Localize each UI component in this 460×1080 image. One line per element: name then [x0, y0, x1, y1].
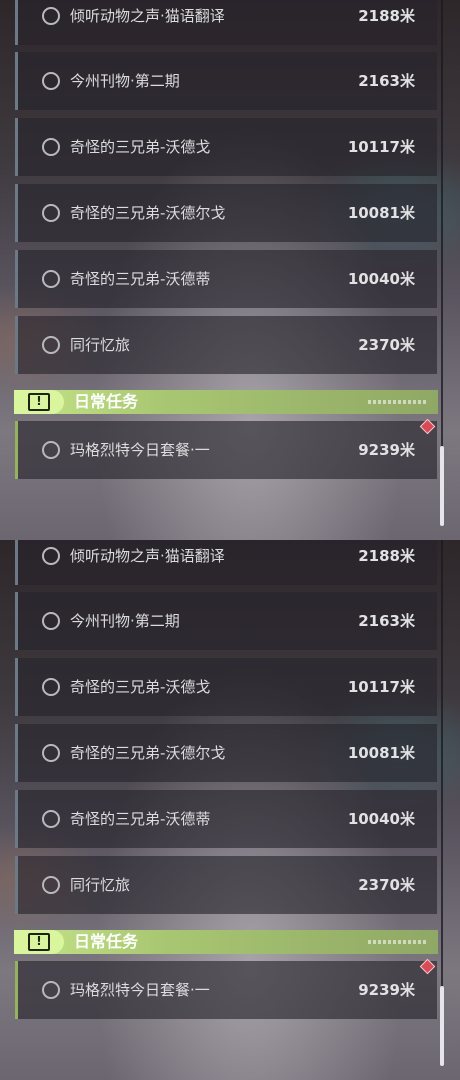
quest-distance: 10040米	[347, 810, 415, 828]
quest-name: 同行忆旅	[70, 876, 131, 894]
tracked-diamond-icon	[419, 958, 436, 975]
quest-distance: 2163米	[358, 72, 415, 90]
quest-name: 奇怪的三兄弟-沃德蒂	[70, 810, 211, 828]
quest-item[interactable]: 奇怪的三兄弟-沃德蒂 10040米	[15, 790, 437, 848]
alert-icon: !	[28, 933, 50, 951]
radio-circle-icon[interactable]	[42, 138, 60, 156]
quest-item[interactable]: 今州刊物·第二期 2163米	[15, 52, 437, 110]
quest-distance: 2370米	[358, 336, 415, 354]
radio-circle-icon[interactable]	[42, 810, 60, 828]
quest-item[interactable]: 同行忆旅 2370米	[15, 856, 437, 914]
quest-distance: 10081米	[347, 204, 415, 222]
quest-list-panel: 倾听动物之声·猫语翻译 2188米 今州刊物·第二期 2163米 奇怪的三兄弟-…	[0, 540, 460, 1080]
quest-item[interactable]: 奇怪的三兄弟-沃德戈 10117米	[15, 118, 437, 176]
quest-item[interactable]: 奇怪的三兄弟-沃德戈 10117米	[15, 658, 437, 716]
daily-quests-header[interactable]: ! 日常任务	[14, 930, 438, 954]
header-decoration	[368, 400, 428, 404]
quest-item[interactable]: 倾听动物之声·猫语翻译 2188米	[15, 0, 437, 45]
header-decoration	[368, 940, 428, 944]
quest-name: 玛格烈特今日套餐·一	[70, 441, 210, 459]
radio-circle-icon[interactable]	[42, 441, 60, 459]
radio-circle-icon[interactable]	[42, 204, 60, 222]
quest-name: 今州刊物·第二期	[70, 612, 180, 630]
quest-name: 玛格烈特今日套餐·一	[70, 981, 210, 999]
quest-item[interactable]: 倾听动物之声·猫语翻译 2188米	[15, 540, 437, 585]
radio-circle-icon[interactable]	[42, 336, 60, 354]
quest-name: 倾听动物之声·猫语翻译	[70, 547, 225, 565]
radio-circle-icon[interactable]	[42, 744, 60, 762]
quest-distance: 9239米	[358, 441, 415, 459]
quest-name: 奇怪的三兄弟-沃德戈	[70, 678, 211, 696]
radio-circle-icon[interactable]	[42, 72, 60, 90]
quest-distance: 2188米	[358, 547, 415, 565]
quest-item[interactable]: 今州刊物·第二期 2163米	[15, 592, 437, 650]
daily-quest-item[interactable]: 玛格烈特今日套餐·一 9239米	[15, 958, 437, 1019]
alert-icon: !	[28, 393, 50, 411]
daily-quests-header[interactable]: ! 日常任务	[14, 390, 438, 414]
quest-distance: 2188米	[358, 7, 415, 25]
quest-distance: 2370米	[358, 876, 415, 894]
section-title: 日常任务	[74, 392, 139, 411]
quest-name: 奇怪的三兄弟-沃德尔戈	[70, 204, 226, 222]
quest-item[interactable]: 奇怪的三兄弟-沃德尔戈 10081米	[15, 724, 437, 782]
radio-circle-icon[interactable]	[42, 547, 60, 565]
radio-circle-icon[interactable]	[42, 678, 60, 696]
quest-item[interactable]: 同行忆旅 2370米	[15, 316, 437, 374]
radio-circle-icon[interactable]	[42, 7, 60, 25]
quest-item[interactable]: 奇怪的三兄弟-沃德蒂 10040米	[15, 250, 437, 308]
scrollbar-thumb[interactable]	[440, 986, 444, 1066]
quest-name: 奇怪的三兄弟-沃德戈	[70, 138, 211, 156]
quest-distance: 10040米	[347, 270, 415, 288]
section-title: 日常任务	[74, 932, 139, 951]
quest-distance: 10117米	[347, 678, 415, 696]
radio-circle-icon[interactable]	[42, 270, 60, 288]
quest-name: 倾听动物之声·猫语翻译	[70, 7, 225, 25]
radio-circle-icon[interactable]	[42, 981, 60, 999]
quest-distance: 9239米	[358, 981, 415, 999]
daily-quest-item[interactable]: 玛格烈特今日套餐·一 9239米	[15, 418, 437, 479]
quest-name: 今州刊物·第二期	[70, 72, 180, 90]
quest-distance: 10117米	[347, 138, 415, 156]
quest-name: 同行忆旅	[70, 336, 131, 354]
quest-name: 奇怪的三兄弟-沃德尔戈	[70, 744, 226, 762]
radio-circle-icon[interactable]	[42, 876, 60, 894]
radio-circle-icon[interactable]	[42, 612, 60, 630]
quest-name: 奇怪的三兄弟-沃德蒂	[70, 270, 211, 288]
scrollbar-thumb[interactable]	[440, 446, 444, 526]
tracked-diamond-icon	[419, 418, 436, 435]
quest-list-panel: 倾听动物之声·猫语翻译 2188米 今州刊物·第二期 2163米 奇怪的三兄弟-…	[0, 0, 460, 540]
quest-distance: 10081米	[347, 744, 415, 762]
quest-distance: 2163米	[358, 612, 415, 630]
quest-item[interactable]: 奇怪的三兄弟-沃德尔戈 10081米	[15, 184, 437, 242]
